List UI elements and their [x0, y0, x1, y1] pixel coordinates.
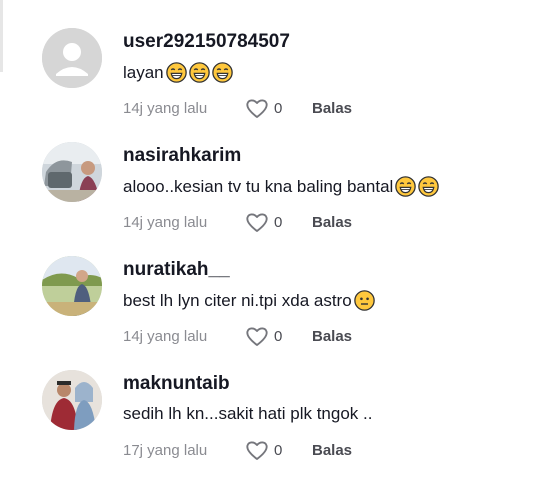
grin-sweat-emoji-icon: [188, 62, 210, 83]
comment-item: maknuntaib sedih lh kn...sakit hati plk …: [42, 370, 532, 484]
like-button[interactable]: 0: [245, 439, 300, 461]
avatar[interactable]: [42, 28, 102, 88]
like-count: 0: [274, 441, 283, 459]
comment-text: layan: [123, 62, 233, 83]
default-avatar-icon: [42, 28, 102, 88]
comment-item: user292150784507 layan 14j yang lalu 0 B…: [42, 28, 532, 142]
like-count: 0: [274, 327, 283, 345]
profile-photo: [42, 256, 102, 316]
comment-username[interactable]: nuratikah__: [123, 259, 230, 281]
grin-sweat-emoji-icon: [165, 62, 187, 83]
comment-meta: 14j yang lalu 0 Balas: [123, 97, 352, 119]
like-count: 0: [274, 99, 283, 117]
like-count: 0: [274, 213, 283, 231]
reply-button[interactable]: Balas: [312, 100, 352, 117]
comment-meta: 17j yang lalu 0 Balas: [123, 439, 352, 461]
reply-button[interactable]: Balas: [312, 214, 352, 231]
heart-icon: [246, 327, 268, 346]
grin-sweat-emoji-icon: [418, 176, 440, 197]
heart-icon: [246, 99, 268, 118]
comment-meta: 14j yang lalu 0 Balas: [123, 211, 352, 233]
profile-photo: [42, 370, 102, 430]
comment-time: 14j yang lalu: [123, 213, 208, 231]
heart-icon: [246, 213, 268, 232]
like-button[interactable]: 0: [245, 97, 300, 119]
comment-time: 17j yang lalu: [123, 441, 208, 459]
heart-icon: [246, 441, 268, 460]
comment-text: alooo..kesian tv tu kna baling bantal: [123, 176, 440, 197]
comment-meta: 14j yang lalu 0 Balas: [123, 325, 352, 347]
comment-username[interactable]: maknuntaib: [123, 373, 230, 395]
like-button[interactable]: 0: [245, 211, 300, 233]
comment-text: best lh lyn citer ni.tpi xda astro: [123, 290, 375, 311]
comment-item: nasirahkarim alooo..kesian tv tu kna bal…: [42, 142, 532, 256]
comment-username[interactable]: nasirahkarim: [123, 145, 241, 167]
avatar[interactable]: [42, 256, 102, 316]
comment-time: 14j yang lalu: [123, 327, 208, 345]
avatar[interactable]: [42, 370, 102, 430]
comment-text: sedih lh kn...sakit hati plk tngok ..: [123, 404, 373, 423]
like-button[interactable]: 0: [245, 325, 300, 347]
comment-time: 14j yang lalu: [123, 99, 208, 117]
comment-username[interactable]: user292150784507: [123, 31, 290, 53]
avatar[interactable]: [42, 142, 102, 202]
grin-sweat-emoji-icon: [211, 62, 233, 83]
neutral-face-emoji-icon: [353, 290, 375, 311]
comment-item: nuratikah__ best lh lyn citer ni.tpi xda…: [42, 256, 532, 370]
reply-button[interactable]: Balas: [312, 442, 352, 459]
scroll-edge: [0, 0, 3, 72]
reply-button[interactable]: Balas: [312, 328, 352, 345]
profile-photo: [42, 142, 102, 202]
grin-sweat-emoji-icon: [395, 176, 417, 197]
